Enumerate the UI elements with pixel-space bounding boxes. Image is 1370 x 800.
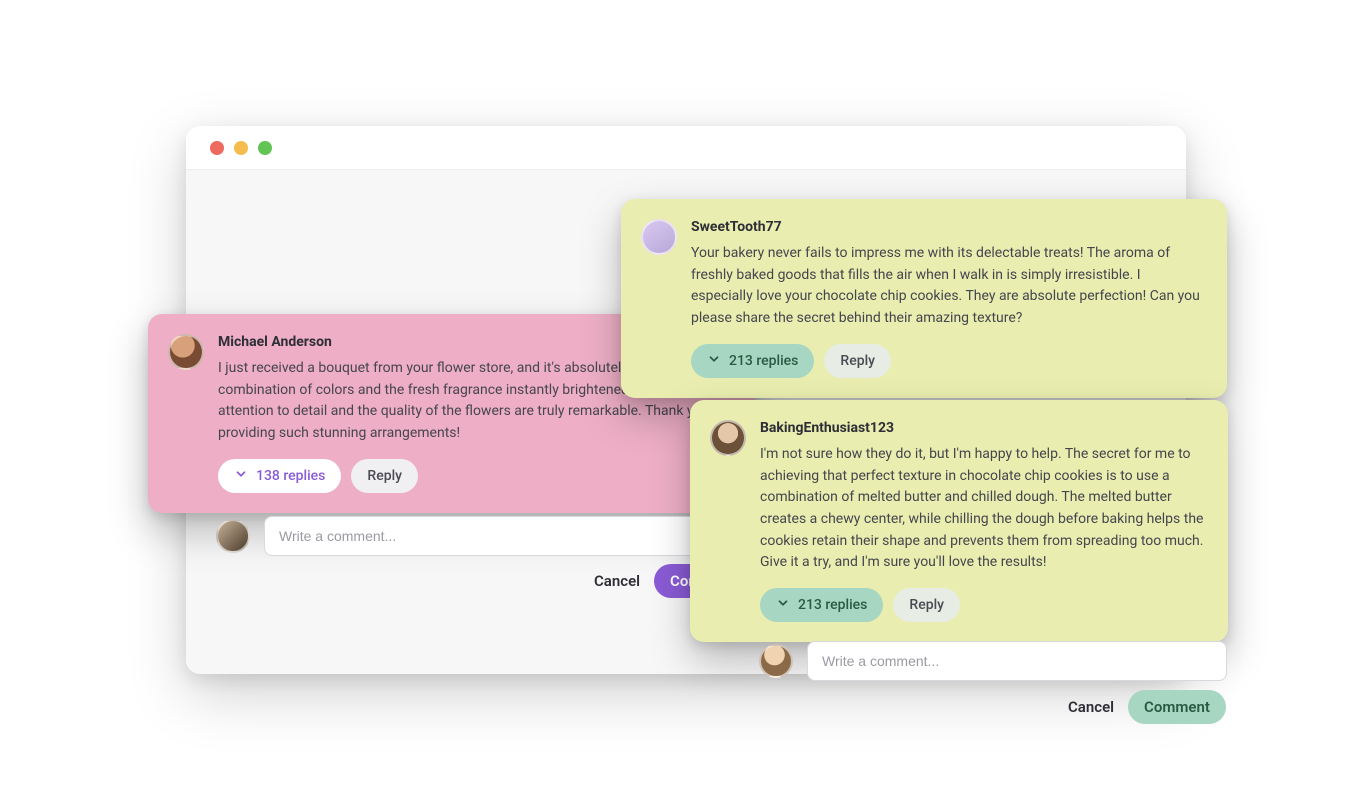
cancel-button[interactable]: Cancel [1068, 698, 1114, 716]
comment-body: I'm not sure how they do it, but I'm hap… [760, 444, 1206, 574]
avatar [759, 644, 793, 678]
comment-card-yellow-reply: BakingEnthusiast123 I'm not sure how the… [690, 400, 1228, 642]
chevron-down-icon [234, 467, 248, 485]
chevron-down-icon [707, 352, 721, 370]
window-titlebar [186, 126, 1186, 170]
comment-button[interactable]: Comment [1128, 690, 1226, 724]
reply-button[interactable]: Reply [824, 344, 891, 378]
replies-toggle[interactable]: 213 replies [760, 588, 883, 622]
composer-buttons: Cancel Comment [1068, 690, 1226, 724]
avatar [641, 219, 677, 255]
reply-button[interactable]: Reply [893, 588, 960, 622]
comment-composer [216, 516, 760, 556]
replies-toggle[interactable]: 138 replies [218, 459, 341, 493]
replies-toggle[interactable]: 213 replies [691, 344, 814, 378]
replies-count: 213 replies [798, 597, 867, 613]
window-close-dot[interactable] [210, 141, 224, 155]
reply-button[interactable]: Reply [351, 459, 418, 493]
avatar [168, 334, 204, 370]
comment-composer [759, 641, 1227, 681]
replies-count: 138 replies [256, 468, 325, 484]
chevron-down-icon [776, 596, 790, 614]
comment-body: Your bakery never fails to impress me wi… [691, 243, 1205, 330]
comment-author: BakingEnthusiast123 [760, 420, 1206, 436]
comment-author: SweetTooth77 [691, 219, 1205, 235]
replies-count: 213 replies [729, 353, 798, 369]
comment-card-yellow: SweetTooth77 Your bakery never fails to … [621, 199, 1227, 398]
window-zoom-dot[interactable] [258, 141, 272, 155]
avatar [216, 519, 250, 553]
cancel-button[interactable]: Cancel [594, 572, 640, 590]
comment-input[interactable] [264, 516, 760, 556]
window-minimize-dot[interactable] [234, 141, 248, 155]
avatar [710, 420, 746, 456]
comment-input[interactable] [807, 641, 1227, 681]
